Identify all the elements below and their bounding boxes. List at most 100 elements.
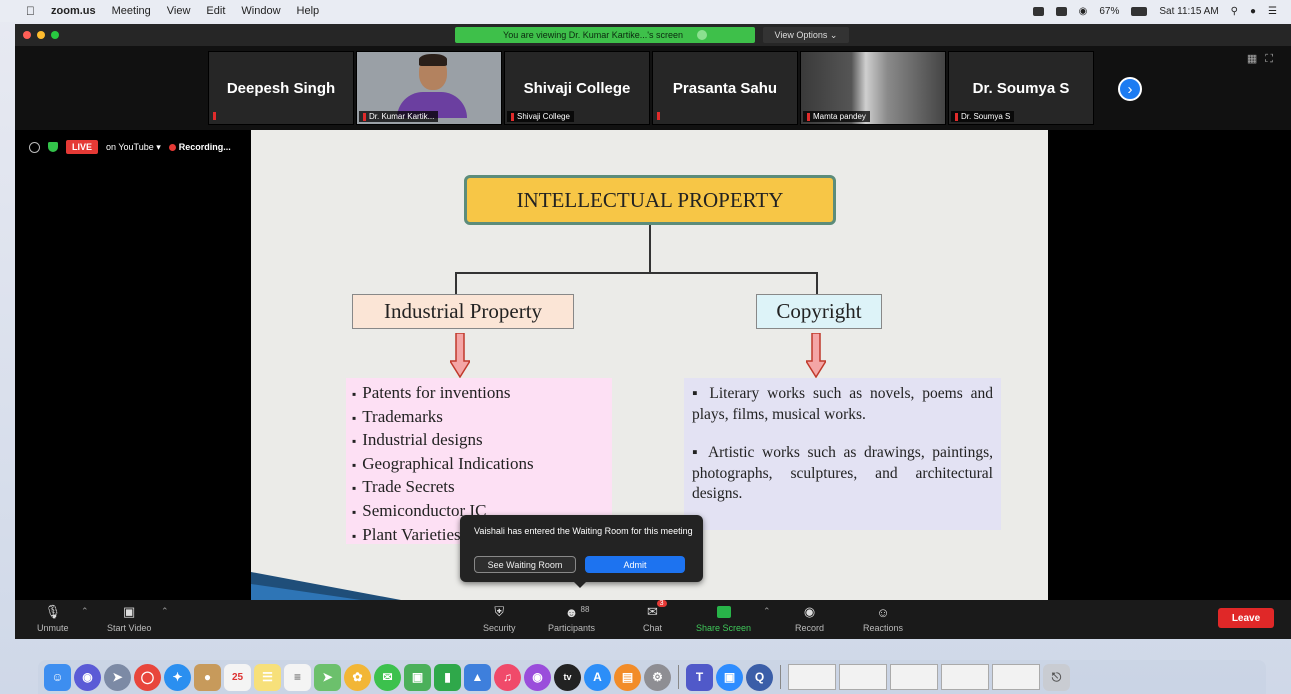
wifi-icon[interactable]: ◉ <box>1079 6 1088 17</box>
connector-line <box>649 225 651 273</box>
quicktime-icon[interactable]: Q <box>746 663 773 691</box>
copyright-box: Copyright <box>756 294 882 329</box>
teams-icon[interactable]: T <box>686 663 713 691</box>
messages-icon[interactable]: ✉ <box>374 663 401 691</box>
muted-mic-icon: 🎙 <box>44 604 61 619</box>
leave-button[interactable]: Leave <box>1218 608 1274 628</box>
see-waiting-room-button[interactable]: See Waiting Room <box>474 556 576 573</box>
battery-icon[interactable] <box>1131 6 1148 16</box>
contacts-icon[interactable]: ● <box>194 663 221 691</box>
battery-percent: 67% <box>1099 5 1120 17</box>
gallery-view-icons[interactable]: ▦⛶ <box>1247 52 1281 66</box>
slide-decoration <box>251 572 401 600</box>
list-item: Trade Secrets <box>352 476 612 500</box>
minimized-window-thumbnail[interactable] <box>788 664 836 690</box>
control-center-icon[interactable]: ● <box>1250 6 1256 17</box>
numbers-icon[interactable]: ▮ <box>434 663 461 691</box>
status-area: ◉ 67% Sat 11:15 AM ⚲ ● ☰ <box>1032 0 1277 22</box>
menu-edit[interactable]: Edit <box>206 5 225 17</box>
recording-indicator[interactable]: Recording... <box>168 142 231 152</box>
menu-app-name[interactable]: zoom.us <box>51 5 96 17</box>
participants-button[interactable]: ☻ 88 Participants <box>548 603 595 634</box>
participant-tile[interactable]: Dr. Kumar Kartik... <box>356 51 502 125</box>
siri-icon[interactable]: ◉ <box>74 663 101 691</box>
connector-line <box>816 272 818 294</box>
menu-meeting[interactable]: Meeting <box>112 5 151 17</box>
calendar-icon[interactable]: 25 <box>224 663 251 691</box>
youtube-stream-dropdown[interactable]: on YouTube ▾ <box>106 142 161 153</box>
maximize-window-button[interactable] <box>51 31 59 39</box>
menu-help[interactable]: Help <box>297 5 320 17</box>
participant-name: Shivaji College <box>523 79 631 97</box>
participant-tile[interactable]: Dr. Soumya S Dr. Soumya S <box>948 51 1094 125</box>
list-item: ▪ Artistic works such as drawings, paint… <box>692 444 993 502</box>
finder-icon[interactable]: ☺ <box>44 663 71 691</box>
audio-options-caret[interactable]: ⌃ <box>81 606 89 617</box>
search-icon[interactable]: ⚲ <box>1231 6 1238 17</box>
list-item: Patents for inventions <box>352 382 612 406</box>
minimized-window-thumbnail[interactable] <box>992 664 1040 690</box>
participant-tile[interactable]: Shivaji College Shivaji College <box>504 51 650 125</box>
maps-icon[interactable]: ➤ <box>314 663 341 691</box>
notification-pointer <box>574 582 586 588</box>
slide-title: INTELLECTUAL PROPERTY <box>464 175 836 225</box>
launchpad-icon[interactable]: ➤ <box>104 663 131 691</box>
participant-tile[interactable]: Prasanta Sahu <box>652 51 798 125</box>
reactions-icon: ☺ <box>876 604 890 620</box>
menu-view[interactable]: View <box>167 5 191 17</box>
connector-line <box>455 272 817 274</box>
chrome-icon[interactable]: ◯ <box>134 663 161 691</box>
close-window-button[interactable] <box>23 31 31 39</box>
next-page-icon[interactable]: › <box>1118 77 1142 101</box>
minimized-window-thumbnail[interactable] <box>839 664 887 690</box>
security-button[interactable]: ⛨ Security <box>483 603 516 633</box>
menu-window[interactable]: Window <box>241 5 280 17</box>
podcasts-icon[interactable]: ◉ <box>524 663 551 691</box>
share-options-caret[interactable]: ⌃ <box>763 606 771 617</box>
photos-icon[interactable]: ✿ <box>344 663 371 691</box>
keynote-icon[interactable]: ▲ <box>464 663 491 691</box>
viewing-screen-banner: You are viewing Dr. Kumar Kartike...'s s… <box>455 27 755 43</box>
record-button[interactable]: ◉ Record <box>795 603 824 633</box>
shield-check-icon <box>696 30 707 40</box>
chat-button[interactable]: ✉ 3 Chat <box>643 600 667 633</box>
unmute-button[interactable]: 🎙 Unmute <box>37 603 69 633</box>
share-screen-button[interactable]: Share Screen <box>696 603 751 633</box>
view-options-button[interactable]: View Options ⌄ <box>763 27 849 43</box>
shield-icon: ⛨ <box>494 604 505 619</box>
participant-label: Mamta pandey <box>803 111 870 122</box>
display-icon[interactable] <box>1055 6 1067 16</box>
dock: ☺ ◉ ➤ ◯ ✦ ● 25 ☰ ≡ ➤ ✿ ✉ ▣ ▮ ▲ ♫ ◉ tv A … <box>38 660 1266 694</box>
minimized-window-thumbnail[interactable] <box>941 664 989 690</box>
meeting-controls: 🎙 Unmute ⌃ ▣ Start Video ⌃ ⛨ Security ☻ 8… <box>15 600 1291 639</box>
minimize-window-button[interactable] <box>37 31 45 39</box>
participant-tile[interactable]: Deepesh Singh <box>208 51 354 125</box>
apple-menu-icon[interactable]:  <box>26 4 35 18</box>
participant-tile[interactable]: Mamta pandey <box>800 51 946 125</box>
notification-icon[interactable]: ☰ <box>1268 6 1277 17</box>
participant-video <box>397 54 467 118</box>
books-icon[interactable]: ▤ <box>614 663 641 691</box>
reactions-button[interactable]: ☺ Reactions <box>863 603 903 634</box>
app-store-icon[interactable]: A <box>584 663 611 691</box>
info-icon[interactable] <box>29 141 40 153</box>
record-icon: ◉ <box>803 604 816 619</box>
start-video-button[interactable]: ▣ Start Video <box>107 603 151 633</box>
facetime-icon[interactable]: ▣ <box>404 663 431 691</box>
shield-icon[interactable] <box>48 142 58 152</box>
zoom-icon[interactable]: ▣ <box>716 663 743 691</box>
tv-icon[interactable]: tv <box>554 663 581 691</box>
admit-button[interactable]: Admit <box>585 556 685 573</box>
live-badge: LIVE <box>66 140 99 154</box>
clock[interactable]: Sat 11:15 AM <box>1159 6 1218 17</box>
reminders-icon[interactable]: ≡ <box>284 663 311 691</box>
minimized-window-thumbnail[interactable] <box>890 664 938 690</box>
system-preferences-icon[interactable]: ⚙ <box>644 663 671 691</box>
screen-record-icon[interactable] <box>1032 6 1044 16</box>
dock-separator <box>780 665 781 689</box>
music-icon[interactable]: ♫ <box>494 663 521 691</box>
safari-icon[interactable]: ✦ <box>164 663 191 691</box>
notes-icon[interactable]: ☰ <box>254 663 281 691</box>
trash-icon[interactable]: ⎋ <box>1043 663 1070 691</box>
video-options-caret[interactable]: ⌃ <box>161 606 169 617</box>
